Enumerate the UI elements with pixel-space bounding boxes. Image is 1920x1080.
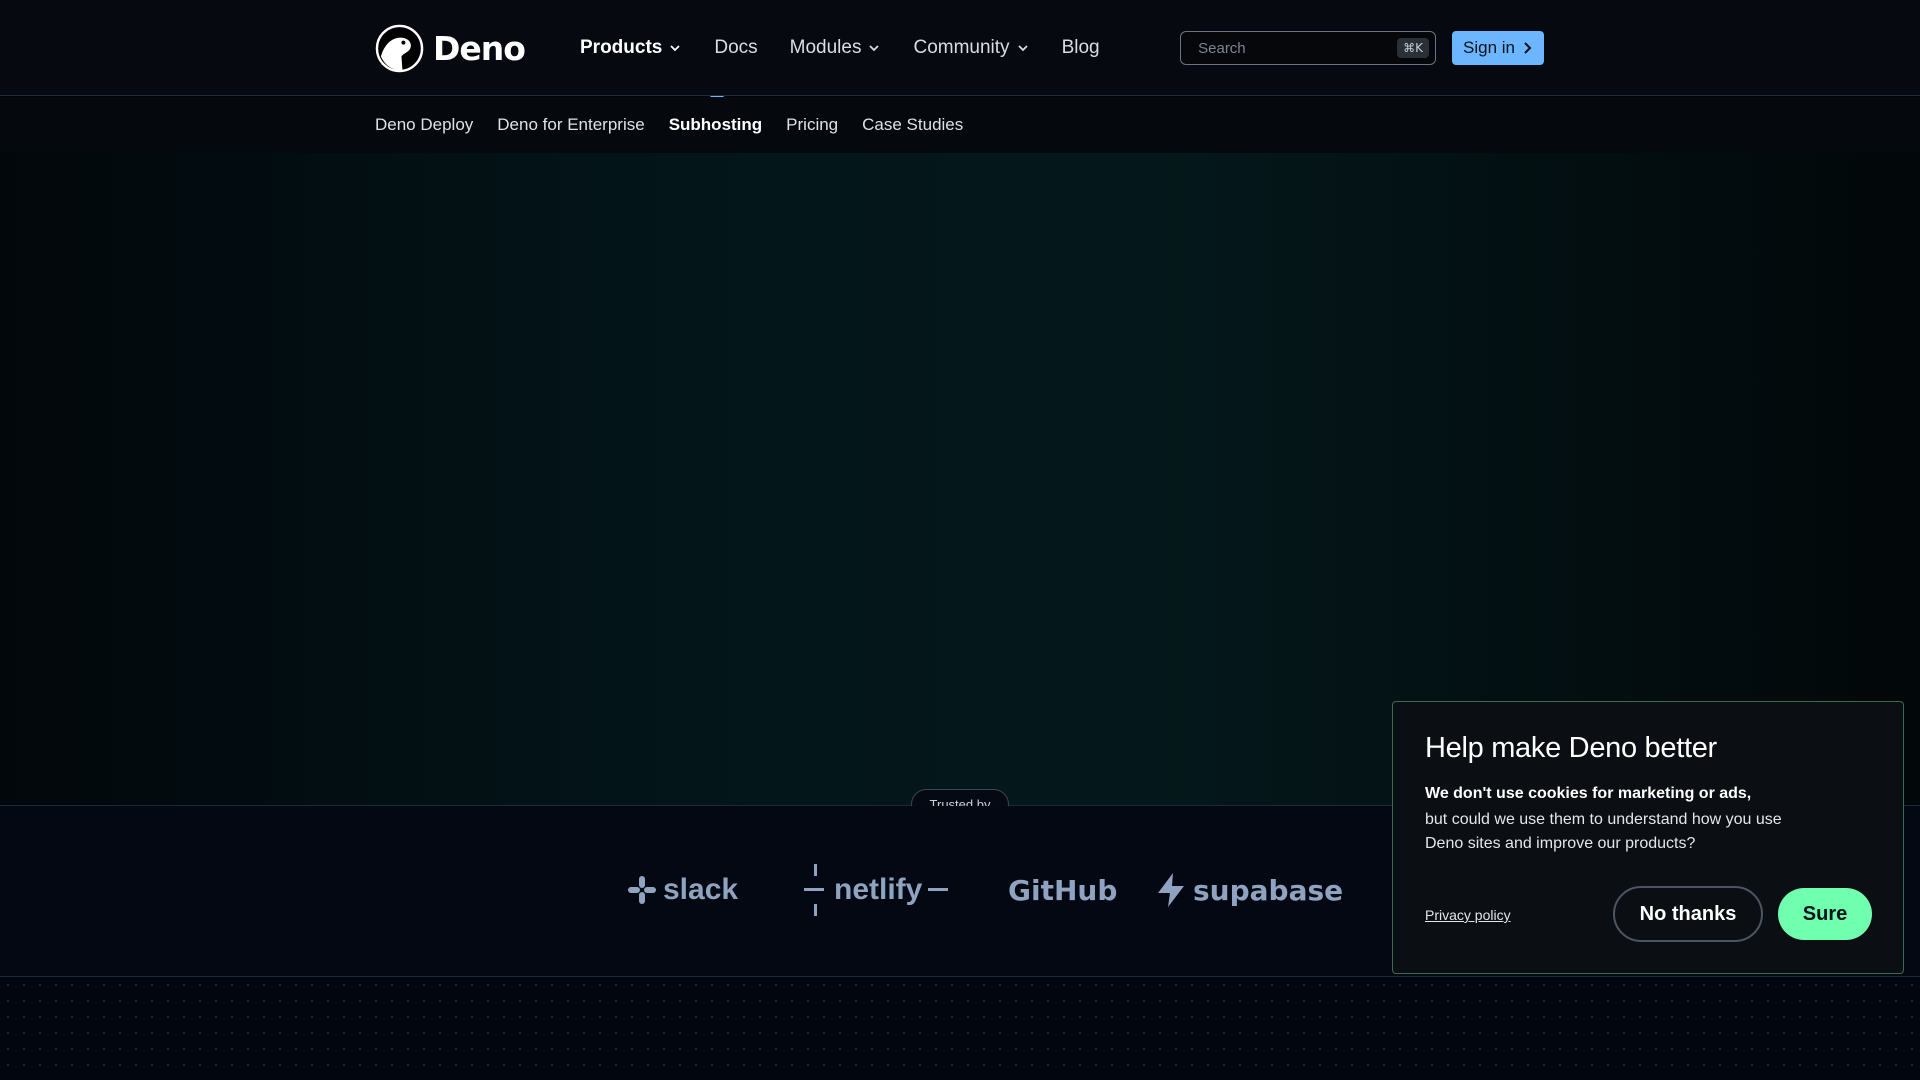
privacy-policy-link[interactable]: Privacy policy	[1425, 907, 1511, 923]
main-nav: Products Docs Modules Community Blog	[580, 0, 1132, 96]
netlify-wordmark: netlify	[834, 873, 923, 906]
nav-community-label: Community	[913, 37, 1010, 58]
nav-modules-label: Modules	[789, 37, 862, 58]
subnav-enterprise[interactable]: Deno for Enterprise	[497, 115, 644, 135]
cookie-consent-dialog: Help make Deno better We don't use cooki…	[1392, 701, 1904, 974]
nav-blog-label: Blog	[1061, 37, 1100, 58]
chevron-down-icon	[869, 45, 880, 52]
nav-community[interactable]: Community	[913, 37, 1029, 59]
chevron-right-icon	[1524, 42, 1532, 54]
deno-logo[interactable]: Deno	[375, 23, 526, 73]
sign-in-label: Sign in	[1463, 38, 1515, 57]
search-shortcut: ⌘K	[1397, 38, 1429, 58]
nav-blog[interactable]: Blog	[1062, 37, 1100, 59]
search-input[interactable]	[1198, 32, 1398, 64]
sub-nav: Deno Deploy Deno for Enterprise Subhosti…	[0, 97, 1920, 153]
no-thanks-button[interactable]: No thanks	[1613, 886, 1763, 942]
cookie-body: but could we use them to understand how …	[1425, 811, 1782, 852]
deno-dino-icon	[375, 24, 424, 72]
nav-products-label: Products	[580, 37, 663, 58]
supabase-wordmark: supabase	[1193, 873, 1344, 907]
netlify-dash-icon	[928, 888, 949, 891]
nav-modules[interactable]: Modules	[790, 37, 882, 59]
slack-logo: slack	[627, 866, 738, 914]
dot-grid-background	[0, 977, 1920, 1080]
subnav-subhosting[interactable]: Subhosting	[669, 115, 762, 135]
slack-icon	[628, 876, 656, 904]
cookie-title: Help make Deno better	[1425, 732, 1717, 764]
subnav-pricing[interactable]: Pricing	[786, 115, 838, 135]
sign-in-button[interactable]: Sign in	[1452, 31, 1544, 65]
cookie-lead: We don't use cookies for marketing or ad…	[1425, 785, 1752, 802]
subnav-deno-deploy[interactable]: Deno Deploy	[375, 115, 473, 135]
chevron-down-icon	[1017, 45, 1028, 52]
subnav-case-studies[interactable]: Case Studies	[862, 115, 963, 135]
netlify-logo: netlify	[804, 864, 949, 916]
top-nav: Deno Products Docs Modules Community Blo…	[0, 0, 1920, 96]
github-wordmark: GitHub	[1008, 873, 1118, 907]
nav-docs-label: Docs	[714, 37, 758, 58]
nav-products[interactable]: Products	[580, 37, 682, 59]
sure-button[interactable]: Sure	[1778, 888, 1872, 940]
nav-docs[interactable]: Docs	[714, 37, 757, 59]
supabase-bolt-icon	[1158, 873, 1184, 907]
github-logo: GitHub	[1008, 866, 1117, 914]
chevron-down-icon	[670, 45, 680, 52]
search-box[interactable]: ⌘K	[1180, 31, 1436, 65]
slack-wordmark: slack	[663, 873, 739, 906]
netlify-icon	[804, 864, 824, 916]
logo-wordmark: Deno	[433, 28, 526, 68]
supabase-logo: supabase	[1155, 866, 1343, 914]
